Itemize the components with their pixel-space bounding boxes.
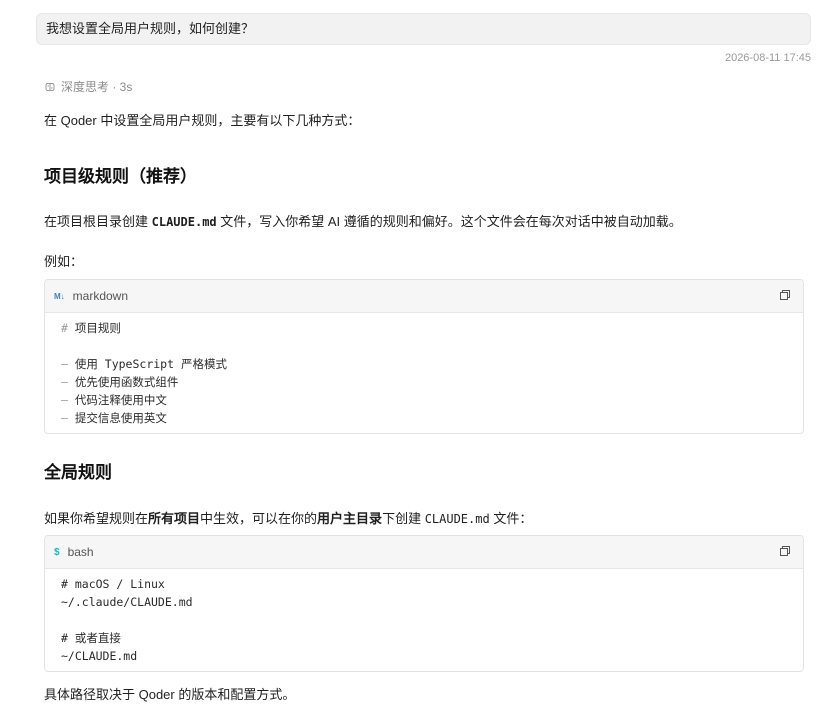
code-language-label: markdown — [72, 289, 129, 303]
intro-text: 在 Qoder 中设置全局用户规则，主要有以下几种方式： — [44, 113, 361, 128]
message-timestamp: 2026-08-11 17:45 — [724, 52, 811, 64]
thinking-toggle[interactable]: 深度思考 · 3s — [44, 78, 132, 95]
user-message-bubble: 我想设置全局用户规则，如何创建？ — [36, 13, 811, 45]
code-block-markdown: M↓ markdown # 项目规则 – 使用 TypeScript 严格模式 – … — [44, 279, 804, 434]
section-heading-global: 全局规则 — [44, 463, 112, 482]
thinking-label: 深度思考 · 3s — [61, 80, 133, 94]
code-block-header: $ bash — [45, 536, 803, 569]
project-rule-paragraph: 在项目根目录创建 CLAUDE.md 文件，写入你希望 AI 遵循的规则和偏好。… — [44, 214, 682, 229]
code-line: # 或者直接 — [61, 631, 121, 645]
copy-icon[interactable] — [779, 545, 793, 559]
example-label: 例如： — [44, 254, 84, 269]
inline-code: CLAUDE.md — [151, 215, 217, 229]
brain-icon — [44, 81, 56, 93]
code-language-label: bash — [67, 545, 94, 559]
code-line: ~/.claude/CLAUDE.md — [61, 595, 193, 609]
user-message-text: 我想设置全局用户规则，如何创建？ — [46, 21, 255, 36]
copy-icon[interactable] — [779, 289, 793, 303]
terminal-icon: $ — [54, 546, 60, 558]
code-line: ~/CLAUDE.md — [61, 649, 138, 663]
inline-code: CLAUDE.md — [424, 512, 490, 526]
code-block-bash: $ bash # macOS / Linux ~/.claude/CLAUDE.m… — [44, 535, 804, 672]
closing-text: 具体路径取决于 Qoder 的版本和配置方式。 — [44, 687, 296, 702]
code-block-body: # macOS / Linux ~/.claude/CLAUDE.md # 或者直接… — [45, 569, 803, 671]
section-heading-project: 项目级规则（推荐） — [44, 167, 197, 186]
code-line: – 代码注释使用中文 — [61, 393, 167, 407]
code-line: – 提交信息使用英文 — [61, 411, 167, 425]
code-line: # macOS / Linux — [61, 577, 165, 591]
global-rule-paragraph: 如果你希望规则在所有项目中生效，可以在你的用户主目录下创建 CLAUDE.md … — [44, 511, 533, 526]
code-line: # 项目规则 — [61, 321, 121, 335]
code-block-body: # 项目规则 – 使用 TypeScript 严格模式 – 优先使用函数式组件 – 代… — [45, 313, 803, 433]
code-block-header: M↓ markdown — [45, 280, 803, 313]
code-line: – 使用 TypeScript 严格模式 — [61, 357, 227, 371]
code-line: – 优先使用函数式组件 — [61, 375, 179, 389]
markdown-icon: M↓ — [54, 291, 65, 301]
